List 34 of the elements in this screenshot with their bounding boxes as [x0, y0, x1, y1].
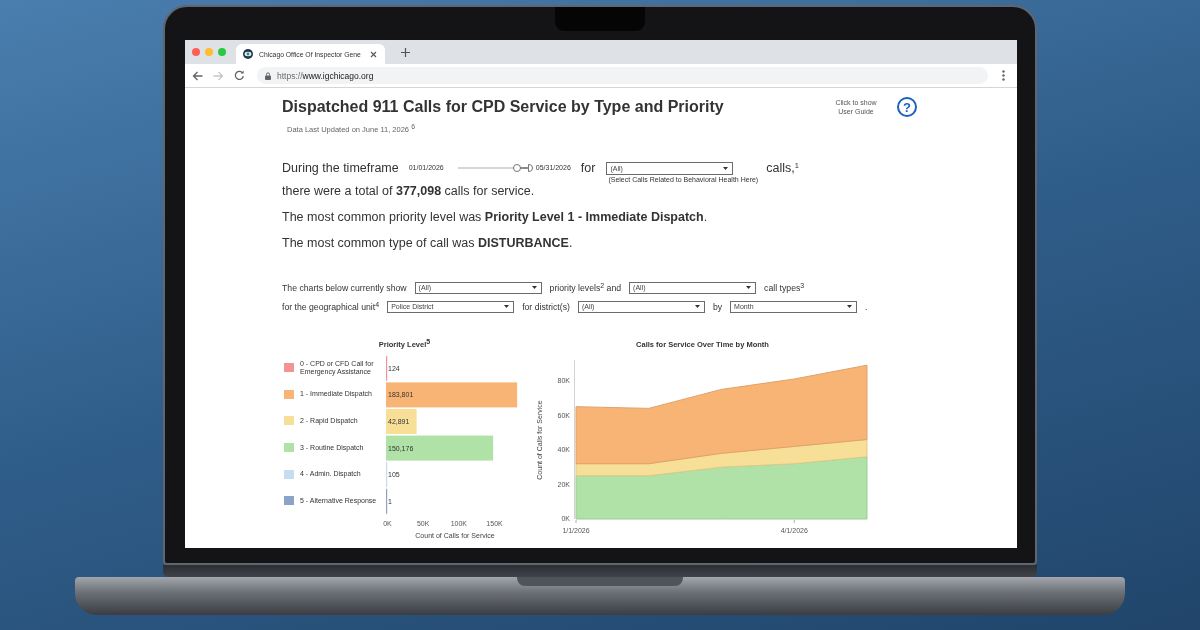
sentence-text: calls,$^{1}$ — [766, 160, 799, 177]
summary-sentence: The most common type of call was DISTURBANCE. — [282, 234, 573, 251]
filter-label: for the geographical unit$^{4}$ — [282, 301, 380, 312]
caret-icon — [723, 166, 729, 170]
caret-icon — [847, 305, 853, 308]
close-icon[interactable] — [370, 50, 377, 58]
tick-mark — [793, 519, 795, 523]
caret-icon — [531, 286, 537, 289]
summary-sentence: there were a total of 377,098 calls for service. — [282, 182, 535, 199]
new-tab-icon[interactable] — [401, 47, 410, 57]
caret-icon — [694, 305, 700, 308]
slider-handle[interactable] — [513, 164, 521, 172]
filter-label: for district(s) — [522, 301, 570, 312]
tick-mark — [575, 519, 577, 523]
slider-handle[interactable] — [527, 164, 533, 172]
caret-icon — [746, 286, 752, 289]
filter-label: call types$^{3}$ — [764, 282, 805, 293]
reload-icon[interactable] — [234, 70, 245, 81]
site-logo-icon — [243, 49, 253, 59]
sentence-text: During the timeframe — [282, 160, 399, 177]
filter-label: The charts below currently show — [282, 282, 407, 293]
back-icon[interactable] — [192, 70, 203, 81]
address-bar[interactable]: https://www.igchicago.org — [257, 67, 988, 84]
close-window-icon[interactable] — [192, 48, 200, 56]
filter-label: . — [865, 301, 868, 312]
menu-icon[interactable] — [1002, 70, 1005, 81]
filter-label: by — [712, 301, 723, 312]
page-title: Dispatched 911 Calls for CPD Service by Type and Priority — [282, 98, 724, 116]
summary-sentence: The most common priority level was Priority Level 1 - Immediate Dispatch. — [282, 208, 708, 225]
caret-icon — [504, 305, 510, 308]
lock-icon — [265, 71, 271, 80]
help-button[interactable]: ? — [897, 97, 917, 117]
sentence-text: for — [580, 160, 596, 177]
filter-label: priority levels$^{2}$ and — [549, 282, 622, 293]
